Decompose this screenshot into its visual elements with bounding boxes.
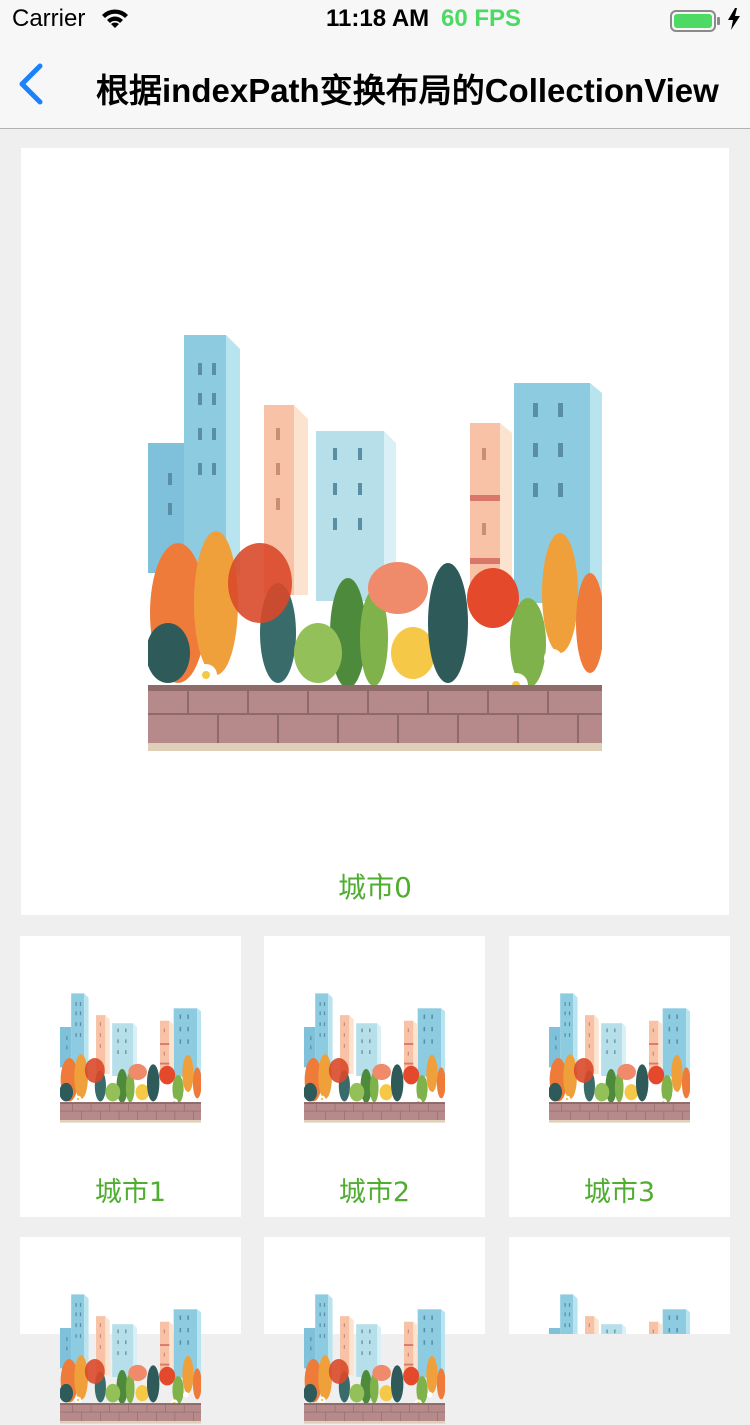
cell-label: 城市1 bbox=[94, 1177, 167, 1208]
carrier-label: Carrier bbox=[12, 5, 86, 32]
status-bar: Carrier 11:18 AM 60 FPS bbox=[0, 0, 750, 40]
city-illustration bbox=[60, 992, 201, 1124]
chevron-left-icon[interactable] bbox=[14, 62, 50, 106]
navigation-bar: 根据indexPath变换布局的CollectionView bbox=[0, 40, 750, 129]
clock: 11:18 AM bbox=[326, 5, 430, 32]
fps-counter: 60 FPS bbox=[441, 5, 522, 32]
collection-cell-1[interactable]: 城市1 bbox=[20, 936, 241, 1217]
charging-bolt-icon bbox=[728, 8, 740, 30]
cell-label: 城市2 bbox=[338, 1177, 411, 1208]
collection-cell-3[interactable]: 城市3 bbox=[509, 936, 730, 1217]
wifi-icon bbox=[102, 9, 128, 28]
cell-label: 城市0 bbox=[338, 871, 412, 904]
collection-cell-2[interactable]: 城市2 bbox=[264, 936, 485, 1217]
city-illustration bbox=[304, 992, 445, 1124]
city-illustration bbox=[148, 333, 602, 753]
battery-icon bbox=[670, 10, 720, 32]
page-title: 根据indexPath变换布局的CollectionView bbox=[96, 72, 719, 109]
city-illustration bbox=[60, 1293, 201, 1425]
cell-label: 城市3 bbox=[583, 1177, 656, 1208]
collection-cell-6[interactable] bbox=[509, 1237, 730, 1334]
city-illustration bbox=[549, 992, 690, 1124]
collection-cell-5[interactable] bbox=[264, 1237, 485, 1334]
city-illustration bbox=[304, 1293, 445, 1425]
collection-cell-4[interactable] bbox=[20, 1237, 241, 1334]
city-illustration bbox=[549, 1293, 690, 1334]
collection-cell-0[interactable]: 城市0 bbox=[21, 148, 729, 915]
